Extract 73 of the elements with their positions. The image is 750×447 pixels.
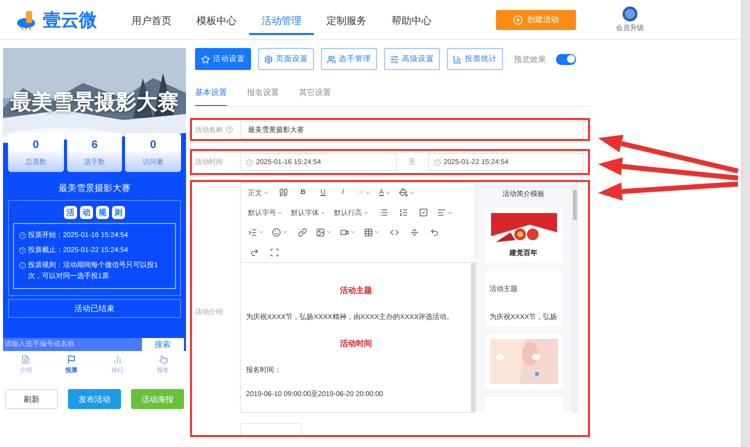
nav-link[interactable]: 模板中心 — [184, 8, 249, 34]
stat-value: 0 — [32, 138, 39, 150]
bullet-list-icon — [378, 208, 388, 218]
code-icon — [390, 228, 398, 237]
content-heading: 活动时间 — [339, 338, 373, 349]
quote-icon — [278, 188, 288, 198]
caret-icon — [350, 229, 356, 236]
status-banner: 活动已结束 — [8, 299, 181, 318]
tab[interactable]: 基本设置 — [195, 80, 227, 106]
link-icon — [298, 228, 306, 237]
heading-tile: 活 — [64, 206, 77, 218]
heading-tile: 动 — [80, 206, 93, 218]
caret-icon — [447, 210, 453, 216]
clock-icon — [19, 232, 26, 239]
align-icon — [437, 208, 446, 218]
action-button[interactable]: 刷新 — [5, 389, 58, 409]
stat-value: 6 — [91, 138, 98, 150]
caret-icon — [277, 210, 283, 216]
input-field[interactable] — [240, 423, 302, 435]
caret-icon — [258, 229, 264, 236]
caret-icon — [282, 229, 288, 236]
clock-icon — [246, 158, 253, 166]
help-icon — [226, 126, 233, 133]
nav-link[interactable]: 定制服务 — [314, 8, 379, 34]
vip-badge-icon — [622, 6, 638, 22]
video-icon — [340, 228, 349, 237]
caret-icon — [384, 190, 391, 196]
stat-value: 0 — [150, 138, 156, 150]
banner-title: 最美雪景摄影大赛 — [10, 89, 178, 112]
fullscreen-icon — [270, 248, 278, 257]
caret-icon — [263, 190, 269, 196]
preview-switch[interactable] — [556, 54, 576, 64]
heading-tile: 则 — [112, 206, 125, 218]
caret-icon — [363, 210, 369, 216]
logo-text: 壹云微 — [43, 8, 97, 32]
paint-bucket-icon — [399, 188, 408, 198]
image-icon — [316, 228, 325, 237]
numbered-list-icon — [398, 208, 408, 218]
toggle-label: 预览效果 — [514, 54, 546, 64]
caret-icon — [409, 190, 415, 196]
nav-link[interactable]: 帮助中心 — [379, 8, 444, 34]
divider-icon — [410, 228, 418, 237]
sliders-icon — [390, 54, 399, 64]
redo-icon — [250, 248, 258, 257]
checkbox-icon — [418, 208, 428, 218]
info-icon — [19, 262, 26, 269]
smiley-icon — [272, 228, 281, 237]
search-button[interactable]: 搜索 — [142, 338, 184, 351]
bar-chart-icon — [453, 54, 462, 64]
pointer-icon — [158, 354, 168, 364]
flag-icon — [67, 354, 76, 364]
caret-icon — [365, 190, 371, 196]
document-icon — [21, 354, 30, 364]
table-icon — [364, 228, 373, 237]
indent-icon — [248, 228, 257, 237]
caret-icon — [326, 229, 332, 236]
bar-chart-icon — [112, 354, 122, 364]
tab[interactable]: 报名设置 — [247, 80, 279, 106]
plus-icon — [513, 14, 523, 24]
activity-title: 最美雪景摄影大赛 — [58, 182, 130, 195]
content-heading: 活动主题 — [339, 285, 373, 296]
heading-tile: 规 — [96, 206, 109, 218]
caret-icon — [374, 229, 380, 236]
undo-icon — [430, 228, 438, 237]
star-icon — [201, 54, 210, 64]
gear-icon — [264, 54, 273, 64]
users-icon — [327, 54, 336, 64]
clock-icon — [19, 247, 26, 254]
nav-link[interactable]: 用户首页 — [119, 8, 184, 34]
caret-icon — [320, 210, 326, 216]
tab[interactable]: 其它设置 — [299, 80, 331, 106]
nav-link[interactable]: 活动管理 — [249, 8, 314, 34]
clock-icon — [434, 158, 440, 166]
